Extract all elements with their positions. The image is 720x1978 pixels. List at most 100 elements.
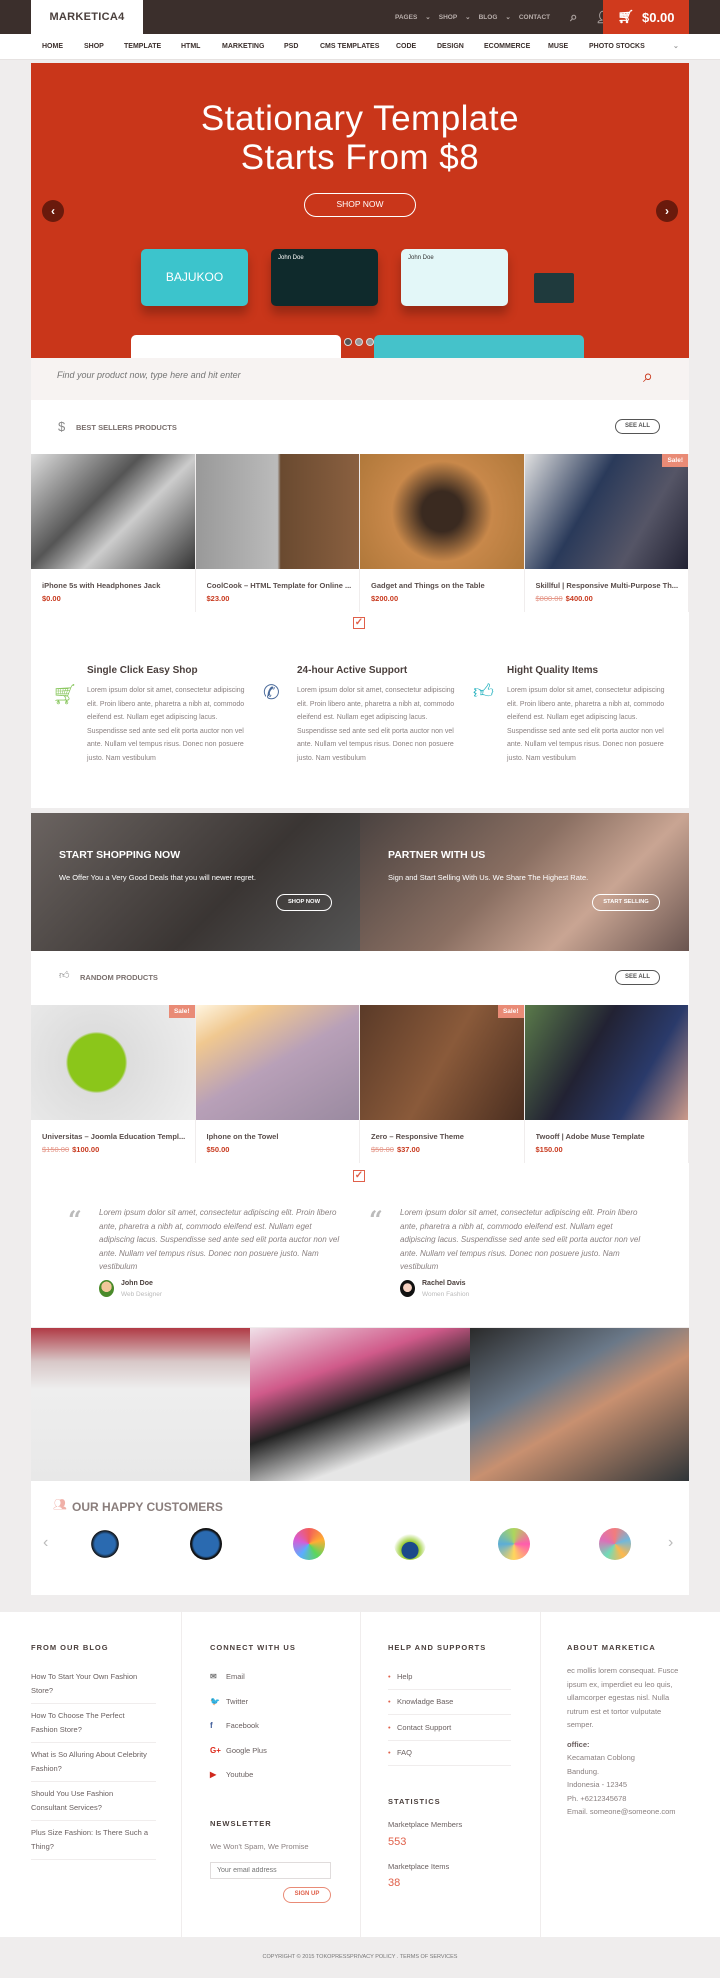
- sign-up-button[interactable]: SIGN UP: [283, 1887, 331, 1903]
- product-card[interactable]: Twooff | Adobe Muse Template $150.00: [524, 1005, 689, 1163]
- nav-muse[interactable]: MUSE: [548, 34, 568, 60]
- hero-shop-now-button[interactable]: SHOP NOW: [304, 193, 416, 217]
- bullet-icon: •: [388, 1722, 391, 1732]
- nav-psd[interactable]: PSD: [284, 34, 298, 60]
- social-link-twitter[interactable]: Twitter: [226, 1695, 248, 1709]
- product-card[interactable]: iPhone 5s with Headphones Jack $0.00: [31, 454, 196, 612]
- testimonial-name: John Doe: [121, 1280, 153, 1287]
- card-white-bottom: [131, 335, 341, 358]
- product-current-price: $23.00: [206, 594, 230, 603]
- search-icon[interactable]: ⌕: [570, 9, 577, 25]
- product-card[interactable]: Iphone on the Towel $50.00: [195, 1005, 360, 1163]
- help-link[interactable]: Knowladge Base: [397, 1695, 453, 1709]
- nav-template[interactable]: TEMPLATE: [124, 34, 161, 60]
- feature-text: Lorem ipsum dolor sit amet, consectetur …: [87, 687, 245, 762]
- product-image[interactable]: Sale!: [360, 1005, 524, 1120]
- top-link-pages[interactable]: PAGES: [395, 14, 417, 21]
- chevron-left-icon[interactable]: ‹: [43, 1534, 48, 1552]
- product-title[interactable]: Twooff | Adobe Muse Template: [536, 1132, 686, 1141]
- nav-code[interactable]: CODE: [396, 34, 416, 60]
- product-title[interactable]: Gadget and Things on the Table: [371, 581, 521, 590]
- product-title[interactable]: iPhone 5s with Headphones Jack: [42, 581, 192, 590]
- product-image[interactable]: [360, 454, 524, 569]
- help-link[interactable]: Contact Support: [397, 1721, 451, 1735]
- social-link-email[interactable]: Email: [226, 1670, 245, 1684]
- search-input[interactable]: [57, 370, 457, 380]
- nav-more-chevron-icon[interactable]: ⌄: [673, 34, 679, 60]
- product-title[interactable]: Iphone on the Towel: [207, 1132, 357, 1141]
- next-slide-arrow-icon[interactable]: ›: [656, 200, 678, 222]
- avatar: [99, 1280, 114, 1297]
- logo[interactable]: MARKETICA4: [31, 0, 143, 34]
- product-image[interactable]: [195, 454, 359, 569]
- nav-marketing[interactable]: MARKETING: [222, 34, 264, 60]
- feature-text: Lorem ipsum dolor sit amet, consectetur …: [507, 687, 665, 762]
- members-label: Marketplace Members: [388, 1820, 463, 1829]
- help-link[interactable]: Help: [397, 1670, 412, 1684]
- product-price: $150.00 $100.00: [42, 1145, 195, 1154]
- banner-shop-now-button[interactable]: SHOP NOW: [276, 894, 332, 911]
- product-card[interactable]: Gadget and Things on the Table $200.00: [360, 454, 525, 612]
- divider: [31, 1820, 156, 1821]
- product-price: $0.00: [42, 594, 195, 603]
- blog-link[interactable]: How To Choose The Perfect Fashion Store?: [31, 1709, 151, 1736]
- blog-link[interactable]: What is So Alluring About Celebrity Fash…: [31, 1748, 151, 1775]
- social-link-facebook[interactable]: Facebook: [226, 1719, 259, 1733]
- nav-ecommerce[interactable]: ECOMMERCE: [484, 34, 530, 60]
- social-link-youtube[interactable]: Youtube: [226, 1768, 253, 1782]
- twitter-icon[interactable]: 🐦: [210, 1695, 220, 1709]
- nav-html[interactable]: HTML: [181, 34, 200, 60]
- best-sellers-see-all-button[interactable]: SEE ALL: [615, 419, 660, 434]
- product-title[interactable]: Zero – Responsive Theme: [371, 1132, 521, 1141]
- prev-slide-arrow-icon[interactable]: ‹: [42, 200, 64, 222]
- random-products-see-all-button[interactable]: SEE ALL: [615, 970, 660, 985]
- about-title: ABOUT MARKETICA: [567, 1643, 656, 1652]
- product-image[interactable]: Sale!: [524, 454, 688, 569]
- blog-link[interactable]: Plus Size Fashion: Is There Such a Thing…: [31, 1826, 151, 1853]
- product-image[interactable]: Sale!: [31, 1005, 195, 1120]
- testimonial-text: Lorem ipsum dolor sit amet, consectetur …: [400, 1208, 641, 1271]
- help-link[interactable]: FAQ: [397, 1746, 412, 1760]
- nav-design[interactable]: DESIGN: [437, 34, 464, 60]
- product-image[interactable]: [524, 1005, 688, 1120]
- nav-home[interactable]: HOME: [42, 34, 63, 60]
- nav-shop[interactable]: SHOP: [84, 34, 104, 60]
- nav-photo-stocks[interactable]: PHOTO STOCKS: [589, 34, 645, 60]
- product-image[interactable]: [195, 1005, 359, 1120]
- chevron-right-icon[interactable]: ›: [668, 1534, 673, 1552]
- divider: [31, 1859, 156, 1860]
- slide-dots[interactable]: [344, 338, 374, 346]
- top-links: PAGES⌄ SHOP⌄ BLOG⌄ CONTACT ⌕ 👤︎: [395, 0, 611, 34]
- social-link-google-plus[interactable]: Google Plus: [226, 1744, 267, 1758]
- bullet-icon: •: [388, 1672, 391, 1681]
- blog-link[interactable]: How To Start Your Own Fashion Store?: [31, 1670, 151, 1697]
- product-title[interactable]: Universitas – Joomla Education Templ...: [42, 1132, 192, 1141]
- facebook-icon[interactable]: f: [210, 1719, 213, 1733]
- google-plus-icon[interactable]: G+: [210, 1744, 221, 1758]
- product-card[interactable]: CoolCook – HTML Template for Online ... $…: [195, 454, 360, 612]
- gallery-image-laptop: [470, 1328, 689, 1481]
- top-link-blog[interactable]: BLOG: [479, 14, 498, 21]
- product-title[interactable]: CoolCook – HTML Template for Online ...: [207, 581, 357, 590]
- banner-start-selling-button[interactable]: START SELLING: [592, 894, 660, 911]
- product-card[interactable]: Sale! Universitas – Joomla Education Temp…: [31, 1005, 196, 1163]
- customer-logo: [89, 1528, 121, 1560]
- email-icon[interactable]: ✉: [210, 1670, 217, 1684]
- nav-cms-templates[interactable]: CMS TEMPLATES: [320, 34, 379, 60]
- newsletter-email-input[interactable]: [210, 1862, 331, 1879]
- cart-button[interactable]: 🛒︎ $0.00: [603, 0, 689, 34]
- top-link-contact[interactable]: CONTACT: [519, 14, 550, 21]
- footer-blog-title: FROM OUR BLOG: [31, 1643, 109, 1652]
- product-card[interactable]: Sale! Skillful | Responsive Multi-Purpose…: [524, 454, 689, 612]
- divider: [388, 1714, 511, 1716]
- banner-title: START SHOPPING NOW: [59, 849, 181, 861]
- search-icon[interactable]: ⌕: [643, 366, 653, 387]
- youtube-icon[interactable]: ▶: [210, 1768, 216, 1782]
- product-card[interactable]: Sale! Zero – Responsive Theme $50.00 $37.00: [360, 1005, 525, 1163]
- cart-icon: 🛒︎: [617, 9, 634, 24]
- product-image[interactable]: [31, 454, 195, 569]
- product-title[interactable]: Skillful | Responsive Multi-Purpose Th..…: [536, 581, 686, 590]
- top-link-shop[interactable]: SHOP: [439, 14, 457, 21]
- copyright: COPYRIGHT © 2015 TOKOPRESSPRIVACY POLICY…: [0, 1937, 720, 1978]
- blog-link[interactable]: Should You Use Fashion Consultant Servic…: [31, 1787, 151, 1814]
